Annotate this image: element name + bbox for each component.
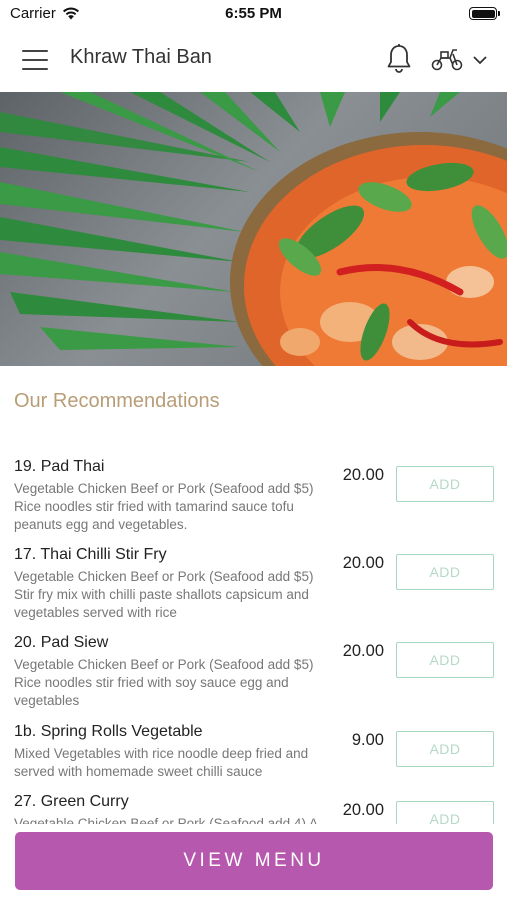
item-name: 20. Pad Siew [14, 634, 109, 651]
status-bar: Carrier 6:55 PM [0, 0, 507, 28]
chevron-down-icon[interactable] [472, 54, 488, 66]
add-button[interactable]: ADD [396, 731, 494, 767]
item-description: Vegetable Chicken Beef or Pork (Seafood … [14, 481, 314, 532]
menu-list: 19. Pad Thai Vegetable Chicken Beef or P… [0, 448, 507, 824]
item-price: 20.00 [342, 466, 384, 484]
curry-bowl-illustration [0, 92, 507, 366]
item-description: Vegetable Chicken Beef or Pork (Seafood … [14, 816, 318, 824]
item-price: 9.00 [351, 731, 384, 749]
hero-food-image [0, 92, 507, 366]
item-price: 20.00 [342, 801, 384, 819]
app-title: Khraw Thai Ban [70, 46, 212, 68]
add-button[interactable]: ADD [396, 554, 494, 590]
item-description: Vegetable Chicken Beef or Pork (Seafood … [14, 569, 314, 620]
menu-icon[interactable] [22, 50, 48, 70]
status-time: 6:55 PM [225, 5, 282, 22]
app-header: Khraw Thai Ban [0, 28, 507, 92]
bell-icon[interactable] [384, 43, 414, 75]
item-name: 19. Pad Thai [14, 458, 105, 475]
item-name: 27. Green Curry [14, 793, 129, 810]
section-title: Our Recommendations [14, 390, 220, 412]
add-button[interactable]: ADD [396, 801, 494, 824]
battery-icon [469, 7, 500, 20]
scooter-icon[interactable] [430, 46, 464, 72]
add-button[interactable]: ADD [396, 466, 494, 502]
item-description: Mixed Vegetables with rice noodle deep f… [14, 746, 309, 779]
item-name: 1b. Spring Rolls Vegetable [14, 723, 203, 740]
add-button[interactable]: ADD [396, 642, 494, 678]
item-description: Vegetable Chicken Beef or Pork (Seafood … [14, 657, 314, 708]
item-price: 20.00 [342, 642, 384, 660]
item-name: 17. Thai Chilli Stir Fry [14, 546, 167, 563]
item-price: 20.00 [342, 554, 384, 572]
view-menu-button[interactable]: VIEW MENU [15, 832, 493, 890]
